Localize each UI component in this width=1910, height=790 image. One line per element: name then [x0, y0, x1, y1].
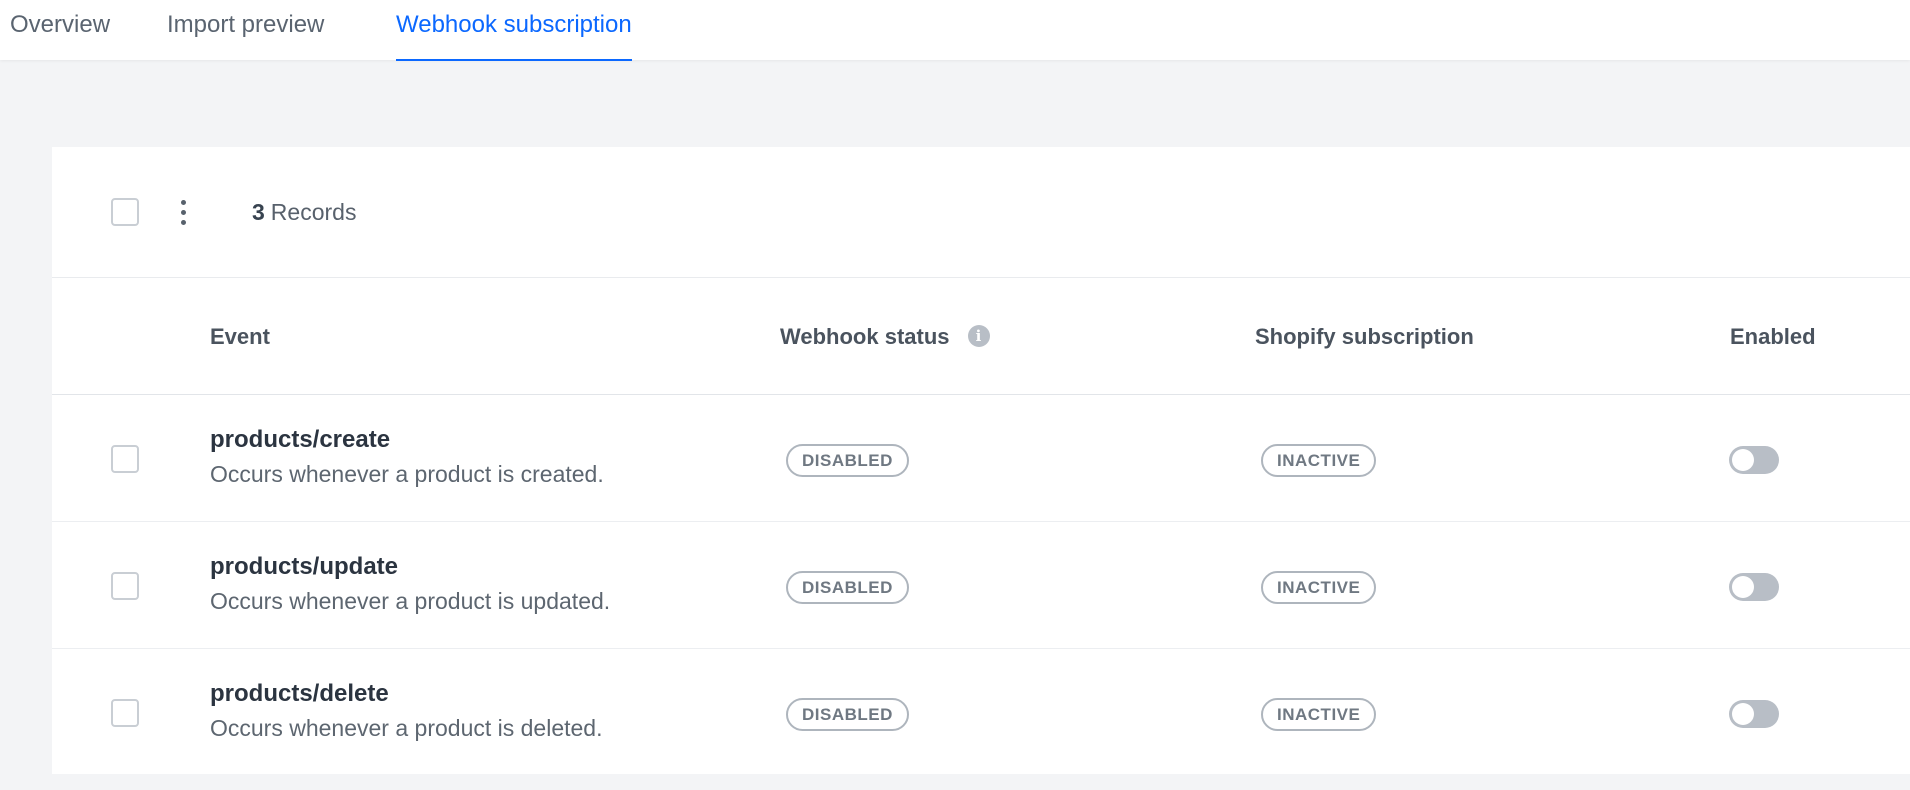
column-header-webhook-status: Webhook status i: [780, 278, 990, 395]
table-row: products/update Occurs whenever a produc…: [52, 522, 1910, 649]
row-checkbox[interactable]: [111, 572, 139, 600]
column-header-enabled: Enabled: [1730, 324, 1816, 349]
table-header: Event Webhook status i Shopify subscripti…: [52, 278, 1910, 395]
records-count-label: Records: [270, 199, 357, 225]
webhook-table-card: 3 Records Event Webhook status i Shopify s…: [52, 147, 1910, 774]
event-description: Occurs whenever a product is updated.: [210, 588, 611, 614]
event-name: products/delete: [210, 680, 389, 707]
records-count-number: 3: [252, 199, 265, 225]
column-header-shopify-subscription: Shopify subscription: [1255, 324, 1474, 349]
shopify-subscription-badge: INACTIVE: [1261, 444, 1377, 477]
enabled-toggle[interactable]: [1729, 446, 1779, 474]
more-actions-icon[interactable]: [168, 196, 198, 228]
shopify-subscription-badge: INACTIVE: [1261, 698, 1377, 731]
tab-overview[interactable]: Overview: [10, 0, 110, 60]
row-checkbox[interactable]: [111, 699, 139, 727]
enabled-toggle[interactable]: [1729, 573, 1779, 601]
kebab-dot: [180, 209, 186, 215]
table-row: products/delete Occurs whenever a produc…: [52, 649, 1910, 776]
column-header-webhook-status-label: Webhook status: [780, 324, 950, 349]
event-name: products/update: [210, 553, 399, 580]
event-description: Occurs whenever a product is deleted.: [210, 715, 603, 741]
event-name: products/create: [210, 426, 391, 453]
records-count: 3 Records: [252, 196, 356, 228]
enabled-toggle[interactable]: [1729, 700, 1779, 728]
column-header-event: Event: [210, 324, 270, 349]
table-toolbar: 3 Records: [52, 147, 1910, 278]
kebab-dot: [180, 199, 186, 205]
info-icon[interactable]: i: [967, 325, 990, 348]
kebab-dot: [180, 219, 186, 225]
tab-bar: Overview Import preview Webhook subscrip…: [0, 0, 1910, 61]
webhook-status-badge: DISABLED: [786, 698, 909, 731]
event-description: Occurs whenever a product is created.: [210, 461, 604, 487]
shopify-subscription-badge: INACTIVE: [1261, 571, 1377, 604]
select-all-checkbox[interactable]: [111, 198, 139, 226]
webhook-status-badge: DISABLED: [786, 571, 909, 604]
row-checkbox[interactable]: [111, 445, 139, 473]
tab-import-preview[interactable]: Import preview: [167, 0, 324, 60]
webhook-status-badge: DISABLED: [786, 444, 909, 477]
tab-webhook-subscription[interactable]: Webhook subscription: [396, 0, 632, 61]
table-row: products/create Occurs whenever a produc…: [52, 395, 1910, 522]
